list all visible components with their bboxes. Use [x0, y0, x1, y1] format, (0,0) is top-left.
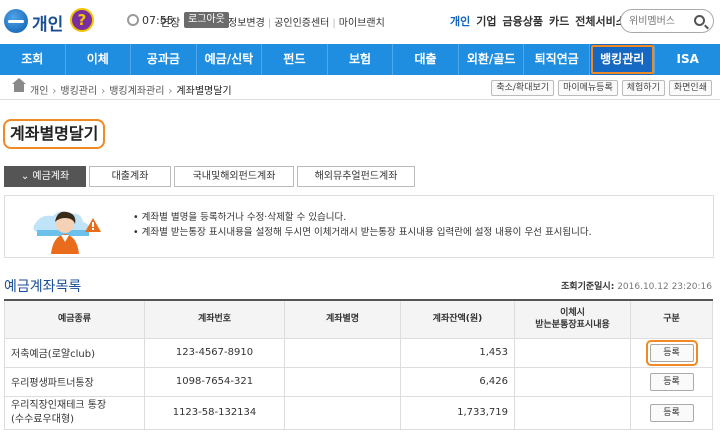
cell-action: 등록: [630, 337, 713, 368]
tab-label: 예금계좌: [32, 171, 70, 182]
table-row: 저축예금(로얄club) 123-4567-8910 1,453 등록: [4, 337, 713, 368]
cell-action: 등록: [630, 366, 713, 397]
cell-type: 우리평생파트너통장: [4, 366, 145, 397]
table-row: 우리직장인재테크 통장 (수수료우대형) 1123-58-132134 1,73…: [4, 395, 713, 430]
banker-illustration-icon: [33, 211, 101, 254]
table-row: 우리평생파트너통장 1098-7654-321 6,426 등록: [4, 366, 713, 397]
tab-loan-account[interactable]: 대출계좌: [89, 166, 171, 187]
cell-type: 우리직장인재테크 통장 (수수료우대형): [4, 395, 145, 430]
cell-balance: 1,733,719: [400, 395, 515, 430]
register-button[interactable]: 등록: [649, 372, 694, 391]
notice-text: • 계좌별 별명을 등록하거나 수정·삭제할 수 있습니다. • 계좌별 받는통…: [133, 210, 592, 240]
site-title[interactable]: 개인: [32, 10, 63, 35]
segment-card[interactable]: 카드: [549, 15, 569, 28]
cell-display-text: [514, 337, 631, 368]
nav-utility-bills[interactable]: 공과금: [131, 44, 197, 75]
segment-nav: 개인 기업 금융상품 카드 전체서비스 ▾: [450, 13, 641, 29]
link-my-branch[interactable]: 마이브랜치: [339, 18, 385, 29]
notice-box: • 계좌별 별명을 등록하거나 수정·삭제할 수 있습니다. • 계좌별 받는통…: [4, 195, 714, 258]
cell-alias: [284, 395, 401, 430]
segment-business[interactable]: 기업: [476, 15, 496, 28]
print-button[interactable]: 화면인쇄: [668, 80, 712, 96]
cell-account-number: 1098-7654-321: [144, 366, 285, 397]
query-timestamp: 조회기준일시: 2016.10.12 23:20:16: [561, 279, 712, 292]
page-title: 계좌별명달기: [3, 119, 106, 149]
account-type-tabs: ⌄ 예금계좌 대출계좌 국내및해외펀드계좌 해외뮤추얼펀드계좌: [4, 166, 415, 187]
nav-retirement-pension[interactable]: 퇴직연금: [524, 44, 590, 75]
crumb-current: 계좌별명달기: [176, 86, 232, 97]
tab-deposit-account[interactable]: ⌄ 예금계좌: [4, 166, 86, 187]
zoom-button[interactable]: 축소/확대보기: [491, 80, 555, 96]
nav-loan[interactable]: 대출: [393, 44, 459, 75]
col-header-account-number: 계좌번호: [144, 299, 285, 339]
highlight-box: 등록: [645, 339, 698, 366]
top-links: 정보변경 | 공인인증센터 | 마이브랜치: [228, 18, 385, 29]
section-title: 예금계좌목록: [4, 279, 82, 295]
nav-forex-gold[interactable]: 외환/골드: [459, 44, 525, 75]
extend-session-link[interactable]: 연장: [160, 14, 180, 30]
cell-balance: 1,453: [400, 337, 515, 368]
help-icon[interactable]: ?: [70, 8, 94, 32]
nav-isa[interactable]: ISA: [655, 44, 720, 75]
cell-alias: [284, 337, 401, 368]
link-profile-change[interactable]: 정보변경: [228, 18, 265, 29]
breadcrumb: 개인 › 뱅킹관리 › 뱅킹계좌관리 › 계좌별명달기: [30, 86, 232, 97]
col-header-action: 구분: [630, 299, 713, 339]
cell-display-text: [514, 395, 631, 430]
tab-mutual-fund-account[interactable]: 해외뮤추얼펀드계좌: [297, 166, 415, 187]
segment-personal[interactable]: 개인: [450, 15, 470, 28]
main-nav: 조회 이체 공과금 예금/신탁 펀드 보험 대출 외환/골드 퇴직연금 뱅킹관리…: [0, 44, 720, 75]
demo-button[interactable]: 체험하기: [621, 80, 665, 96]
notice-line: • 계좌별 별명을 등록하거나 수정·삭제할 수 있습니다.: [133, 212, 347, 223]
nav-insurance[interactable]: 보험: [328, 44, 394, 75]
tab-fund-account[interactable]: 국내및해외펀드계좌: [174, 166, 294, 187]
register-button[interactable]: 등록: [649, 403, 694, 422]
notice-line: • 계좌별 받는통장 표시내용을 설정해 두시면 이체거래시 받는통장 표시내용…: [133, 227, 592, 238]
col-header-alias: 계좌별명: [284, 299, 401, 339]
col-header-type: 예금종류: [4, 299, 145, 339]
cell-alias: [284, 366, 401, 397]
cell-action: 등록: [630, 395, 713, 430]
col-header-balance: 계좌잔액(원): [400, 299, 515, 339]
nav-deposit-trust[interactable]: 예금/신탁: [197, 44, 263, 75]
search-input[interactable]: [629, 11, 695, 31]
crumb-banking-management[interactable]: 뱅킹관리: [60, 86, 97, 97]
home-icon[interactable]: [12, 78, 26, 92]
top-bar: 개인 ? 07:55 연장 로그아웃 정보변경 | 공인인증센터 | 마이브랜치 개인 기…: [0, 0, 720, 42]
query-value: 2016.10.12 23:20:16: [617, 282, 712, 292]
clock-icon: [127, 14, 139, 26]
cell-type: 저축예금(로얄club): [4, 337, 145, 368]
nav-transfer[interactable]: 이체: [66, 44, 132, 75]
bank-logo-icon[interactable]: [4, 9, 28, 33]
logout-button[interactable]: 로그아웃: [184, 12, 229, 28]
search-box: [620, 9, 714, 33]
cell-account-number: 123-4567-8910: [144, 337, 285, 368]
cell-balance: 6,426: [400, 366, 515, 397]
table-header-row: 예금종류 계좌번호 계좌별명 계좌잔액(원) 이체시 받는분통장표시내용 구분: [4, 299, 713, 339]
register-button[interactable]: 등록: [649, 343, 694, 362]
deposit-account-table: 예금종류 계좌번호 계좌별명 계좌잔액(원) 이체시 받는분통장표시내용 구분 …: [4, 299, 713, 430]
crumb-personal[interactable]: 개인: [30, 86, 48, 97]
cell-display-text: [514, 366, 631, 397]
col-header-display-text: 이체시 받는분통장표시내용: [514, 299, 631, 339]
my-menu-register-button[interactable]: 마이메뉴등록: [558, 80, 618, 96]
search-icon[interactable]: [694, 15, 705, 26]
query-label: 조회기준일시:: [561, 282, 615, 292]
crumb-account-management[interactable]: 뱅킹계좌관리: [109, 86, 164, 97]
nav-inquiry[interactable]: 조회: [0, 44, 66, 75]
nav-fund[interactable]: 펀드: [262, 44, 328, 75]
cell-account-number: 1123-58-132134: [144, 395, 285, 430]
link-cert-center[interactable]: 공인인증센터: [274, 18, 329, 29]
utility-buttons: 축소/확대보기 마이메뉴등록 체험하기 화면인쇄: [491, 80, 712, 96]
chevron-down-icon: ⌄: [20, 171, 33, 182]
nav-banking-management[interactable]: 뱅킹관리: [589, 44, 656, 75]
breadcrumb-bar: 개인 › 뱅킹관리 › 뱅킹계좌관리 › 계좌별명달기 축소/확대보기 마이메뉴등록 체험하…: [0, 77, 720, 100]
segment-products[interactable]: 금융상품: [503, 15, 543, 28]
